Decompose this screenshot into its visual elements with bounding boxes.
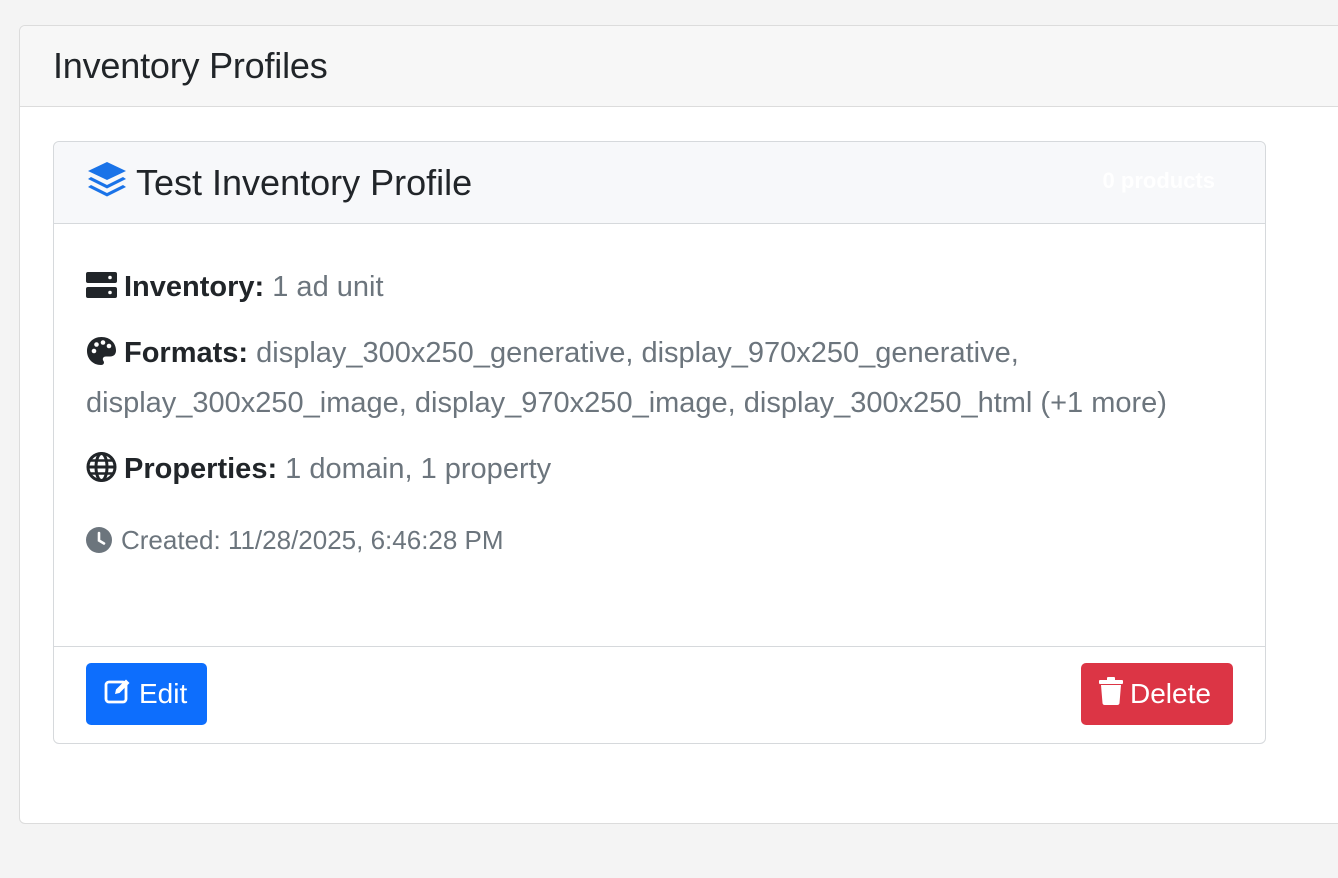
edit-icon (104, 677, 139, 712)
formats-value: display_300x250_generative, display_970x… (86, 337, 1167, 419)
profile-card-header: Test Inventory Profile 0 products (54, 142, 1265, 224)
delete-button[interactable]: Delete (1081, 663, 1233, 725)
delete-label: Delete (1130, 678, 1211, 709)
profile-card-footer: Edit Delete (54, 646, 1265, 743)
palette-icon (86, 332, 117, 365)
panel-header: Inventory Profiles (20, 26, 1338, 107)
layers-icon (86, 160, 128, 205)
profile-card-body: Inventory: 1 ad unit Formats: display_30… (54, 224, 1265, 560)
inventory-value: 1 ad unit (272, 271, 384, 303)
profile-name: Test Inventory Profile (136, 161, 473, 203)
properties-row: Properties: 1 domain, 1 property (86, 444, 1233, 494)
products-count-badge: 0 products (1102, 168, 1215, 193)
trash-icon (1099, 676, 1130, 712)
edit-label: Edit (139, 678, 188, 709)
inventory-label: Inventory: (124, 271, 265, 303)
edit-button[interactable]: Edit (86, 663, 207, 725)
created-timestamp: Created: 11/28/2025, 6:46:28 PM (86, 520, 1233, 560)
clock-icon (86, 524, 112, 553)
server-icon (86, 266, 117, 298)
formats-label: Formats: (124, 337, 249, 369)
inventory-profile-card: Test Inventory Profile 0 products Invent… (53, 141, 1266, 744)
created-text: Created: 11/28/2025, 6:46:28 PM (121, 525, 504, 555)
page-title: Inventory Profiles (53, 45, 328, 86)
formats-row: Formats: display_300x250_generative, dis… (86, 328, 1233, 428)
inventory-row: Inventory: 1 ad unit (86, 262, 1233, 312)
properties-label: Properties: (124, 453, 278, 485)
globe-icon (86, 448, 117, 482)
inventory-profiles-panel: Inventory Profiles Test Inventory Profil… (19, 25, 1338, 824)
properties-value: 1 domain, 1 property (285, 453, 552, 485)
